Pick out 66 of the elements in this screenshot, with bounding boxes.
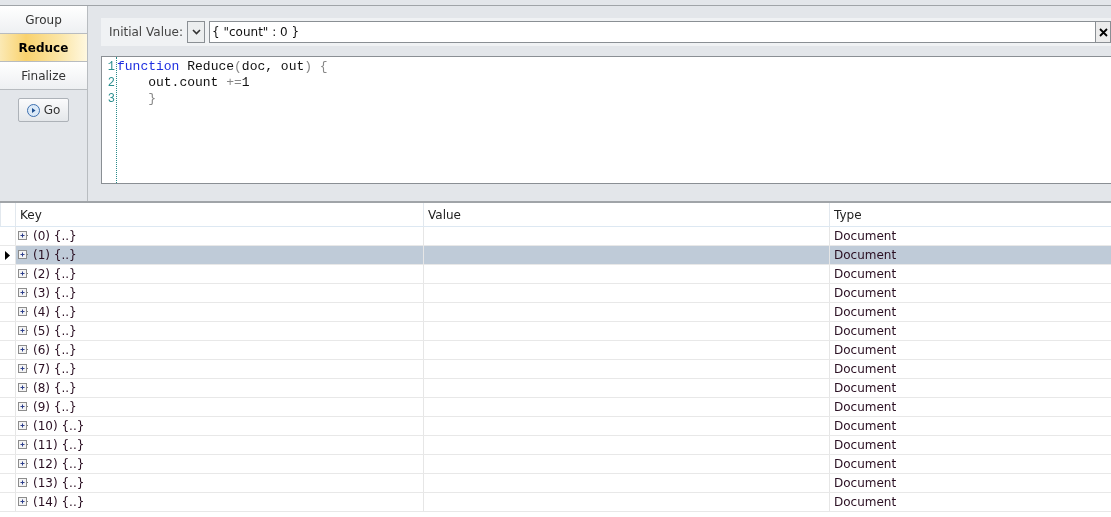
expand-icon[interactable] — [18, 401, 29, 413]
table-cell: Document — [829, 341, 1111, 359]
table-cell[interactable]: (7) {..} — [33, 362, 77, 376]
table-cell[interactable]: (2) {..} — [33, 267, 77, 281]
expand-icon[interactable] — [18, 344, 29, 356]
tab[interactable]: Finalize — [0, 62, 87, 90]
table-cell: Document — [829, 474, 1111, 492]
table-cell: Document — [829, 246, 1111, 264]
initial-value-field[interactable]: { "count" : 0 } — [209, 21, 1095, 43]
table-cell: Document — [829, 493, 1111, 511]
expand-icon[interactable] — [18, 439, 29, 451]
column-header[interactable]: Value — [423, 203, 829, 226]
expand-icon[interactable] — [18, 477, 29, 489]
code-editor[interactable]: 1 2 3 function Reduce(doc, out) { out.count +=1 } — [101, 56, 1111, 184]
expand-icon[interactable] — [18, 230, 29, 242]
table-cell: Document — [829, 398, 1111, 416]
table-cell[interactable]: (12) {..} — [33, 457, 85, 471]
expand-icon[interactable] — [18, 325, 29, 337]
table-cell: Document — [829, 417, 1111, 435]
table-cell[interactable]: (13) {..} — [33, 476, 85, 490]
table-cell[interactable]: (0) {..} — [33, 229, 77, 243]
code-line: out.count +=1 — [147, 75, 251, 91]
table-cell: Document — [829, 379, 1111, 397]
line-number: 2 — [106, 75, 116, 91]
tab[interactable]: Group — [0, 6, 87, 34]
table-cell[interactable]: (4) {..} — [33, 305, 77, 319]
table-cell[interactable]: (6) {..} — [33, 343, 77, 357]
table-cell: Document — [829, 284, 1111, 302]
close-icon — [1098, 27, 1108, 37]
line-number: 3 — [106, 91, 116, 107]
clear-button[interactable] — [1095, 21, 1111, 43]
code-line: } — [147, 91, 157, 107]
table-cell: Document — [829, 265, 1111, 283]
table-cell: Document — [829, 360, 1111, 378]
column-header[interactable]: Key — [15, 203, 423, 226]
expand-icon[interactable] — [18, 249, 29, 261]
expand-icon[interactable] — [18, 287, 29, 299]
table-cell[interactable]: (11) {..} — [33, 438, 85, 452]
line-number: 1 — [106, 59, 116, 75]
tab[interactable]: Reduce — [0, 34, 87, 62]
play-icon — [26, 103, 40, 117]
table-cell[interactable]: (8) {..} — [33, 381, 77, 395]
table-cell[interactable]: (5) {..} — [33, 324, 77, 338]
table-cell: Document — [829, 436, 1111, 454]
table-cell: Document — [829, 322, 1111, 340]
go-button[interactable]: Go — [17, 98, 70, 122]
table-cell: Document — [829, 303, 1111, 321]
code-line: function Reduce(doc, out) { — [117, 59, 328, 75]
table-cell[interactable]: (10) {..} — [33, 419, 85, 433]
table-cell[interactable]: (9) {..} — [33, 400, 77, 414]
table-cell[interactable]: (14) {..} — [33, 495, 85, 509]
expand-icon[interactable] — [18, 382, 29, 394]
expand-icon[interactable] — [18, 420, 29, 432]
expand-icon[interactable] — [18, 458, 29, 470]
chevron-icon — [191, 29, 201, 35]
table-cell: Document — [829, 455, 1111, 473]
expand-icon[interactable] — [18, 363, 29, 375]
table-cell: Document — [829, 227, 1111, 245]
dropdown-button[interactable] — [187, 21, 205, 43]
expand-icon[interactable] — [18, 306, 29, 318]
table-cell[interactable]: (1) {..} — [33, 248, 77, 262]
field-label: Initial Value: — [109, 25, 183, 39]
table-cell[interactable]: (3) {..} — [33, 286, 77, 300]
column-header[interactable]: Type — [829, 203, 1111, 226]
expand-icon[interactable] — [18, 268, 29, 280]
expand-icon[interactable] — [18, 496, 29, 508]
